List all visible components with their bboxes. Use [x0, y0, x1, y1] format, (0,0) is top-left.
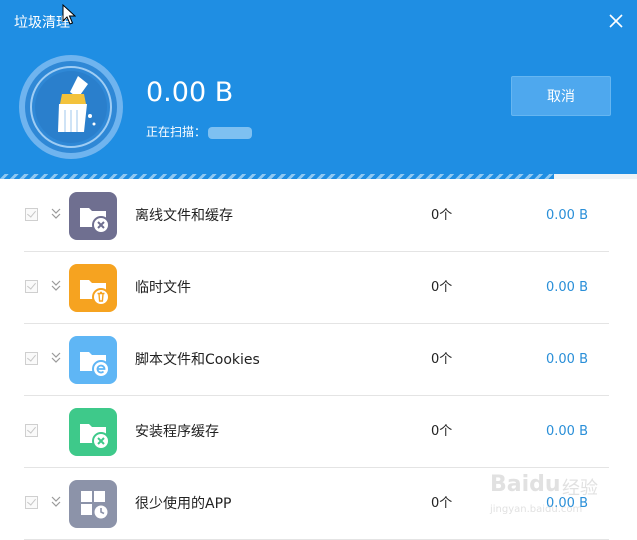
item-label: 很少使用的APP	[135, 496, 232, 512]
item-size: 0.00 B	[546, 280, 588, 295]
item-checkbox[interactable]	[25, 424, 38, 437]
expand-chevron-icon[interactable]	[50, 279, 62, 293]
item-size: 0.00 B	[546, 208, 588, 223]
item-checkbox[interactable]	[25, 352, 38, 365]
installer-cache-folder-icon	[69, 408, 117, 456]
item-label: 临时文件	[135, 280, 191, 296]
watermark-url: jingyan.baidu.com	[490, 504, 583, 515]
expand-chevron-icon[interactable]	[50, 351, 62, 365]
cancel-button[interactable]: 取消	[511, 76, 611, 116]
watermark-brand: Baidu	[490, 472, 561, 497]
temp-files-folder-icon	[69, 264, 117, 312]
scan-status-label: 正在扫描：	[146, 125, 207, 139]
scan-progress-bar	[0, 174, 637, 179]
header-panel: 垃圾清理 0.00 B 正在扫描： 取消	[0, 0, 637, 174]
item-checkbox[interactable]	[25, 280, 38, 293]
expand-chevron-icon[interactable]	[50, 495, 62, 509]
broom-cleaner-logo-icon	[19, 55, 123, 159]
rarely-used-apps-icon	[69, 480, 117, 528]
item-checkbox[interactable]	[25, 208, 38, 221]
scan-progress-fill	[0, 174, 555, 179]
item-checkbox[interactable]	[25, 496, 38, 509]
offline-cache-folder-icon	[69, 192, 117, 240]
item-label: 离线文件和缓存	[135, 208, 233, 224]
item-label: 脚本文件和Cookies	[135, 352, 260, 368]
baidu-jingyan-watermark: Baidu 经验 jingyan.baidu.com	[484, 466, 614, 522]
item-count: 0个	[431, 424, 453, 439]
cookies-folder-icon	[69, 336, 117, 384]
item-size: 0.00 B	[546, 424, 588, 439]
item-count: 0个	[431, 496, 453, 511]
list-item-installer-cache: 安装程序缓存 0个 0.00 B	[0, 396, 637, 468]
expand-chevron-icon[interactable]	[50, 207, 62, 221]
item-count: 0个	[431, 352, 453, 367]
watermark-cn: 经验	[562, 478, 598, 499]
total-junk-size: 0.00 B	[146, 77, 234, 108]
list-item-offline-cache: 离线文件和缓存 0个 0.00 B	[0, 180, 637, 252]
item-label: 安装程序缓存	[135, 424, 219, 440]
list-item-script-cookies: 脚本文件和Cookies 0个 0.00 B	[0, 324, 637, 396]
scan-status: 正在扫描：	[146, 123, 253, 140]
list-item-temp-files: 临时文件 0个 0.00 B	[0, 252, 637, 324]
scan-target-blurred	[208, 126, 253, 139]
item-count: 0个	[431, 208, 453, 223]
item-count: 0个	[431, 280, 453, 295]
mouse-cursor-icon	[62, 4, 76, 25]
item-size: 0.00 B	[546, 352, 588, 367]
close-icon[interactable]	[607, 12, 625, 30]
